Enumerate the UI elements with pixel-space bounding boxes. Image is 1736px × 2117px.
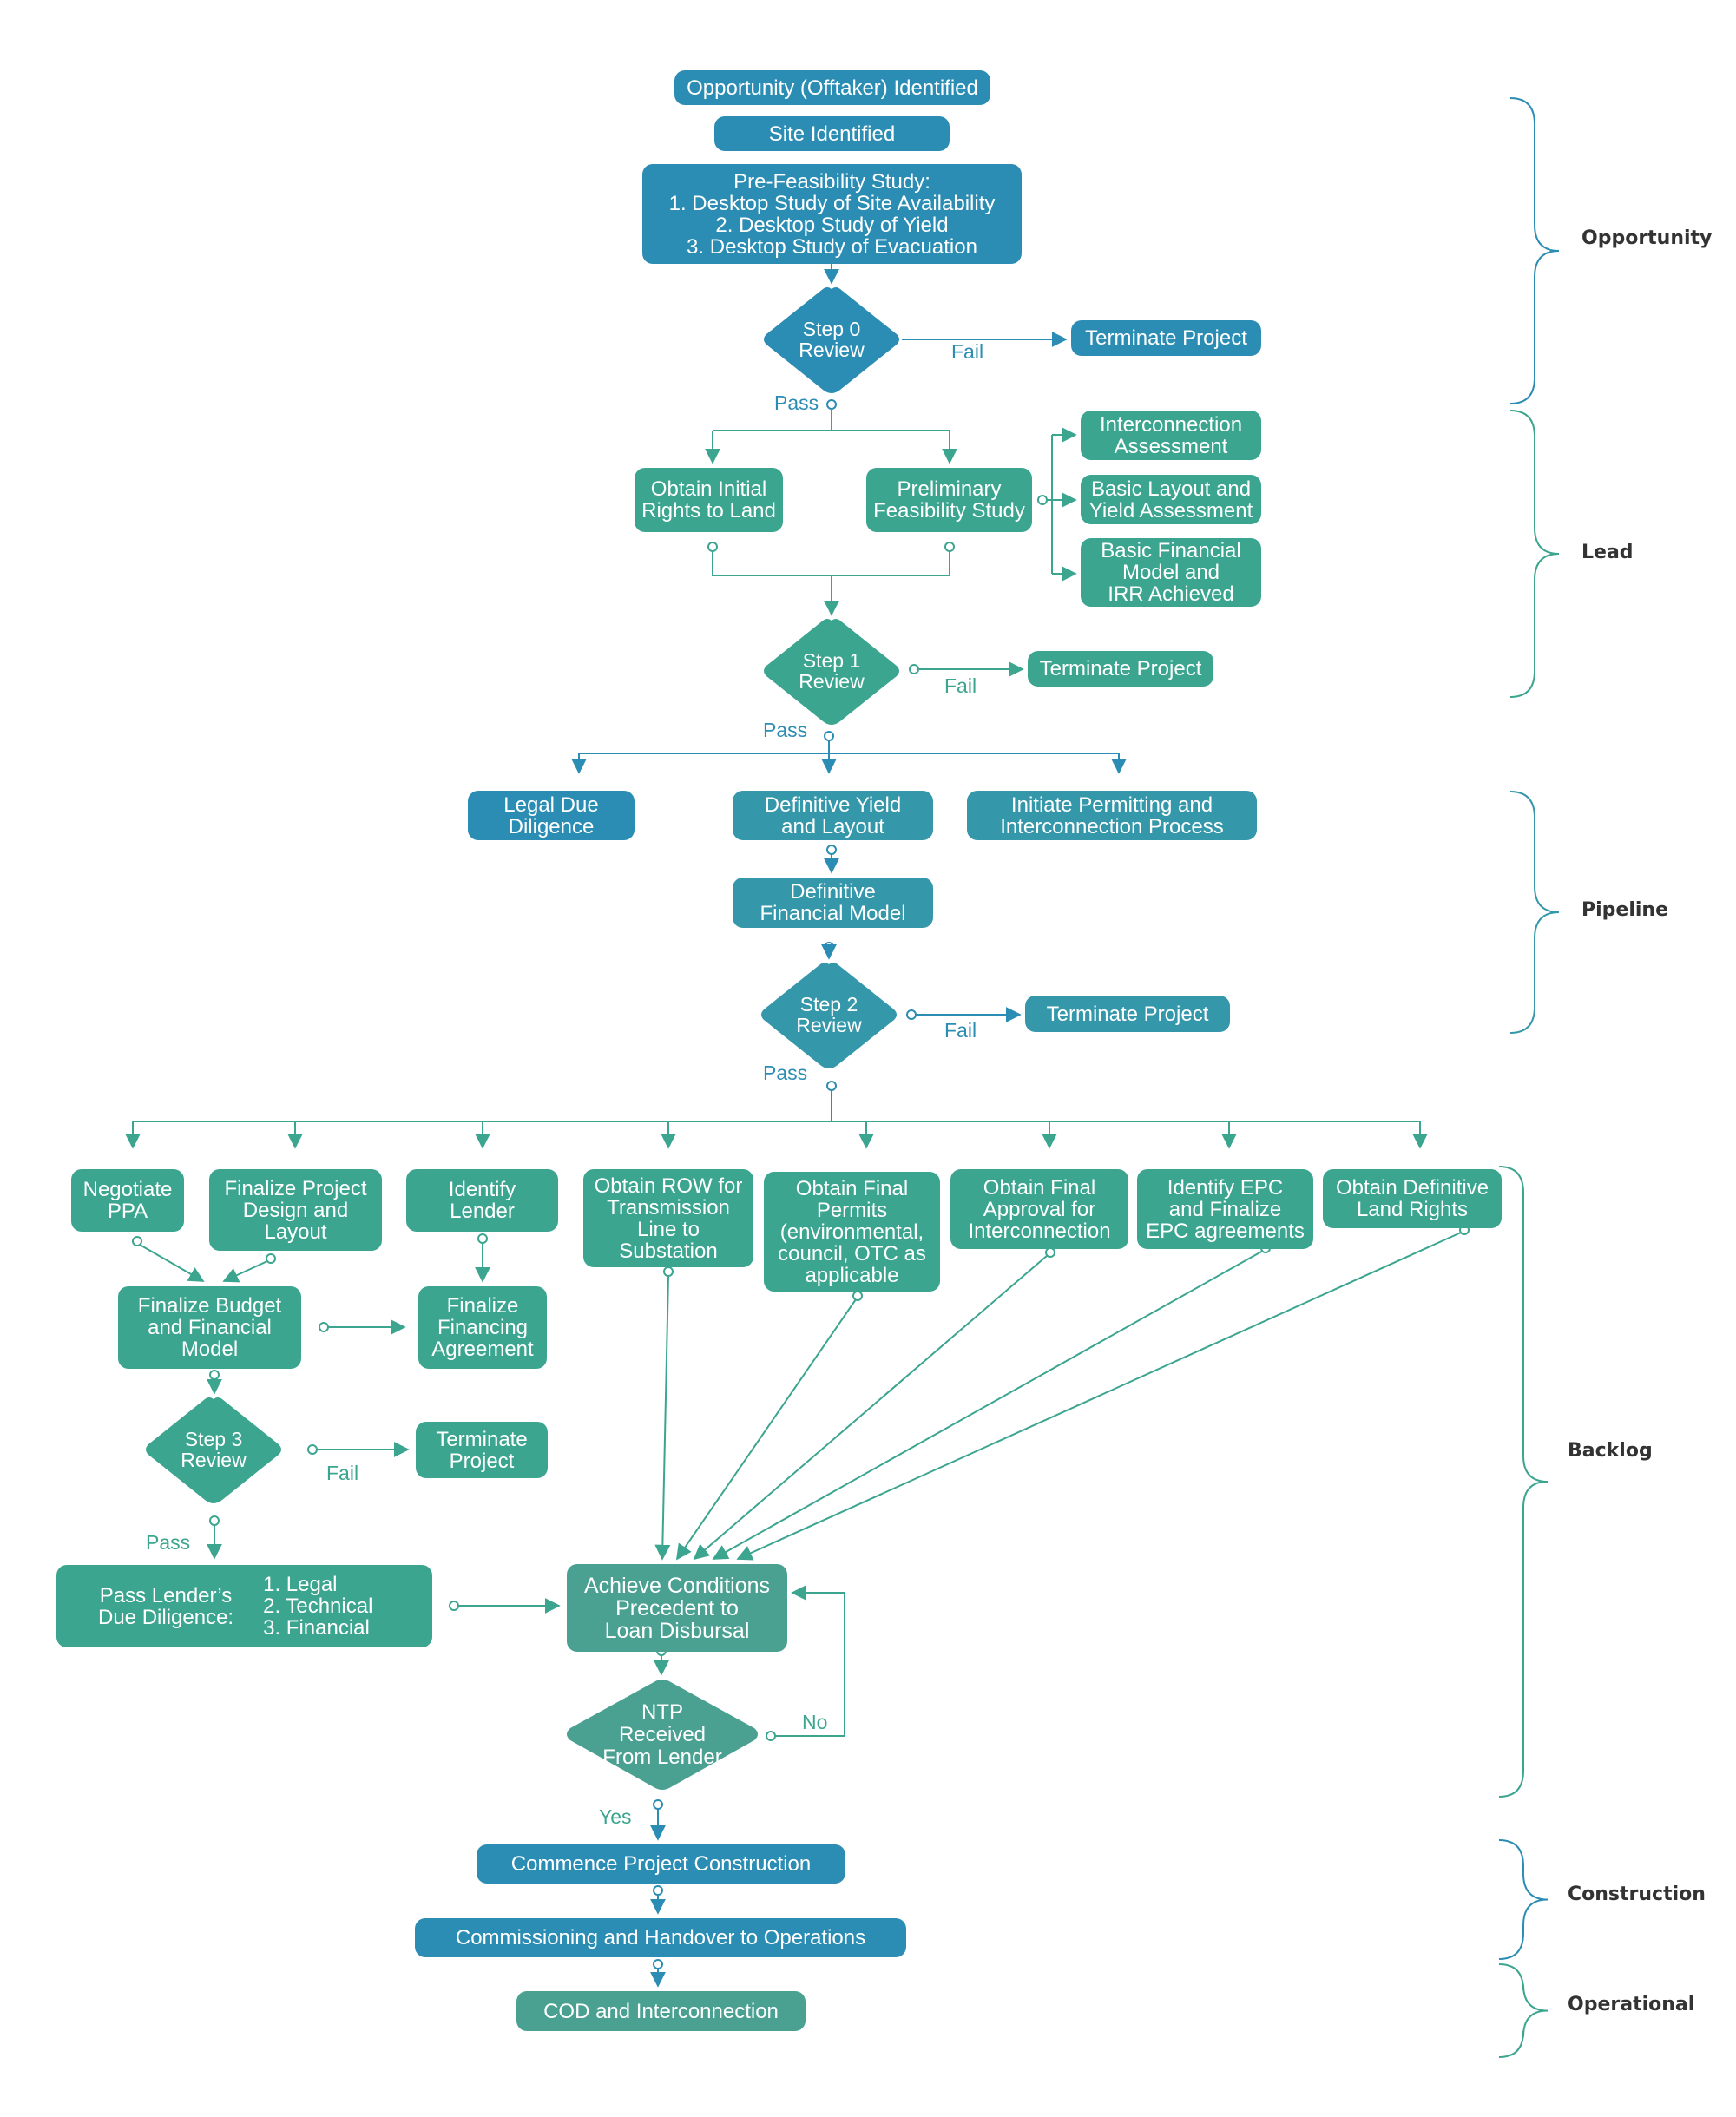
arrow-permits-to-conditions xyxy=(675,1298,857,1561)
opportunity-identified-node[interactable]: Opportunity (Offtaker) Identified xyxy=(674,70,990,105)
branch-step0-pass xyxy=(713,409,950,431)
connector-port-dot xyxy=(826,845,837,855)
commissioning-node[interactable]: Commissioning and Handover to Operations xyxy=(415,1918,906,1957)
connector-port-dot xyxy=(906,1009,917,1020)
phase-label-pipeline: Pipeline xyxy=(1581,899,1668,921)
terminate-project-step0[interactable]: Terminate Project xyxy=(1071,320,1261,356)
connector-port-dot xyxy=(653,1885,663,1896)
definitive-yield-node[interactable]: Definitive Yield and Layout xyxy=(733,791,933,840)
step3-review-decision[interactable]: Step 3 Review xyxy=(143,1396,284,1503)
connector-port-dot xyxy=(449,1601,459,1611)
brace-backlog xyxy=(1498,1166,1549,1798)
connector-port-dot xyxy=(1037,495,1048,505)
phase-label-construction: Construction xyxy=(1568,1884,1706,1905)
basic-layout-node[interactable]: Basic Layout and Yield Assessment xyxy=(1081,475,1261,524)
lender-due-diligence-node[interactable]: Pass Lender’s Due Diligence: 1. Legal 2.… xyxy=(56,1565,432,1647)
prelim-fanout xyxy=(1047,435,1053,574)
lead-merge xyxy=(712,551,950,576)
connector-port-dot xyxy=(826,399,837,410)
pre-feasibility-study-node[interactable]: Pre-Feasibility Study: 1. Desktop Study … xyxy=(642,164,1022,264)
connector-port-dot xyxy=(824,731,834,741)
step0-review-label: Step 0 Review xyxy=(799,318,865,361)
pass-label-step1: Pass xyxy=(763,719,808,741)
obtain-initial-rights-node[interactable]: Obtain Initial Rights to Land xyxy=(635,468,783,532)
connector-port-dot xyxy=(826,1081,837,1091)
terminate-project-step3[interactable]: Terminate Project xyxy=(416,1422,548,1478)
brace-lead xyxy=(1509,410,1560,698)
step0-review-decision[interactable]: Step 0 Review xyxy=(761,286,902,393)
step3-review-label: Step 3 Review xyxy=(181,1428,247,1471)
pass-label-step2: Pass xyxy=(763,1062,808,1084)
arrow-ppa-to-budget xyxy=(139,1244,205,1282)
connector-port-dot xyxy=(653,1799,663,1810)
ntp-received-label: NTP Received From Lender xyxy=(602,1700,722,1769)
negotiate-ppa-node[interactable]: Negotiate PPA xyxy=(71,1169,184,1232)
pass-label-step3: Pass xyxy=(146,1531,191,1554)
connector-port-dot xyxy=(852,1291,863,1301)
fail-label-step3: Fail xyxy=(326,1462,359,1484)
branch-step1-pass xyxy=(579,740,1119,754)
obtain-definitive-land-node[interactable]: Obtain Definitive Land Rights xyxy=(1323,1169,1502,1228)
connector-port-dot xyxy=(266,1253,276,1264)
connector-port-dot xyxy=(653,1959,663,1969)
brace-construction xyxy=(1498,1839,1549,1960)
preliminary-feasibility-node[interactable]: Preliminary Feasibility Study xyxy=(866,468,1032,532)
identify-lender-node[interactable]: Identify Lender xyxy=(406,1169,558,1232)
terminate-project-step2[interactable]: Terminate Project xyxy=(1025,996,1230,1032)
fail-label-step0: Fail xyxy=(951,340,984,363)
finalize-financing-node[interactable]: Finalize Financing Agreement xyxy=(418,1286,547,1369)
terminate-project-step1[interactable]: Terminate Project xyxy=(1028,651,1213,687)
connector-port-dot xyxy=(209,1370,220,1380)
lender-dd-title: Pass Lender’s Due Diligence: xyxy=(98,1583,234,1629)
connector-port-dot xyxy=(707,542,718,552)
brace-pipeline xyxy=(1509,791,1560,1034)
connector-port-dot xyxy=(477,1233,488,1244)
site-identified-node[interactable]: Site Identified xyxy=(714,116,950,151)
basic-financial-node[interactable]: Basic Financial Model and IRR Achieved xyxy=(1081,538,1261,607)
phase-label-operational: Operational xyxy=(1568,1994,1695,2015)
connector-port-dot xyxy=(909,664,919,674)
arrow-epc-to-conditions xyxy=(712,1250,1264,1560)
no-label: No xyxy=(802,1711,828,1733)
connector-port-dot xyxy=(944,542,955,552)
interconnection-assessment-node[interactable]: Interconnection Assessment xyxy=(1081,411,1261,460)
obtain-final-permits-node[interactable]: Obtain Final Permits (environmental, cou… xyxy=(764,1172,940,1292)
obtain-final-approval-node[interactable]: Obtain Final Approval for Interconnectio… xyxy=(950,1169,1128,1249)
identify-epc-node[interactable]: Identify EPC and Finalize EPC agreements xyxy=(1137,1169,1313,1249)
definitive-financial-model-node[interactable]: Definitive Financial Model xyxy=(733,878,933,928)
commence-construction-node[interactable]: Commence Project Construction xyxy=(477,1844,845,1884)
fail-label-step1: Fail xyxy=(944,674,977,697)
pass-label-step0: Pass xyxy=(774,391,819,414)
arrow-design-to-budget xyxy=(222,1260,268,1283)
legal-due-diligence-node[interactable]: Legal Due Diligence xyxy=(468,791,635,840)
brace-opportunity xyxy=(1509,97,1560,404)
phase-label-backlog: Backlog xyxy=(1568,1440,1653,1462)
fail-label-step2: Fail xyxy=(944,1019,977,1042)
cod-node[interactable]: COD and Interconnection xyxy=(516,1991,806,2031)
connector-port-dot xyxy=(824,942,834,952)
ntp-received-decision[interactable]: NTP Received From Lender xyxy=(563,1678,761,1792)
arrow-approval-to-conditions xyxy=(693,1254,1049,1561)
finalize-budget-node[interactable]: Finalize Budget and Financial Model xyxy=(118,1286,301,1369)
connector-port-dot xyxy=(307,1444,318,1455)
phase-label-opportunity: Opportunity xyxy=(1581,227,1713,249)
achieve-conditions-node[interactable]: Achieve Conditions Precedent to Loan Dis… xyxy=(567,1564,787,1652)
step2-review-label: Step 2 Review xyxy=(796,993,862,1036)
brace-operational xyxy=(1498,1963,1549,2058)
connector-port-dot xyxy=(209,1515,220,1526)
finalize-project-design-node[interactable]: Finalize Project Design and Layout xyxy=(209,1169,382,1251)
step1-review-decision[interactable]: Step 1 Review xyxy=(761,617,902,725)
connector-port-dot xyxy=(663,1266,674,1277)
phase-label-lead: Lead xyxy=(1581,542,1634,563)
flowchart-canvas: Opportunity (Offtaker) Identified Site I… xyxy=(0,0,1736,2117)
lender-dd-items: 1. Legal 2. Technical 3. Financial xyxy=(263,1573,373,1640)
step2-review-decision[interactable]: Step 2 Review xyxy=(759,961,899,1068)
yes-label: Yes xyxy=(599,1805,632,1828)
obtain-row-node[interactable]: Obtain ROW for Transmission Line to Subs… xyxy=(583,1169,753,1267)
arrow-row-to-conditions xyxy=(654,1275,671,1561)
step1-review-label: Step 1 Review xyxy=(799,649,865,693)
connector-port-dot xyxy=(319,1322,329,1332)
initiate-permitting-node[interactable]: Initiate Permitting and Interconnection … xyxy=(967,791,1257,840)
connector-port-dot xyxy=(766,1731,776,1741)
